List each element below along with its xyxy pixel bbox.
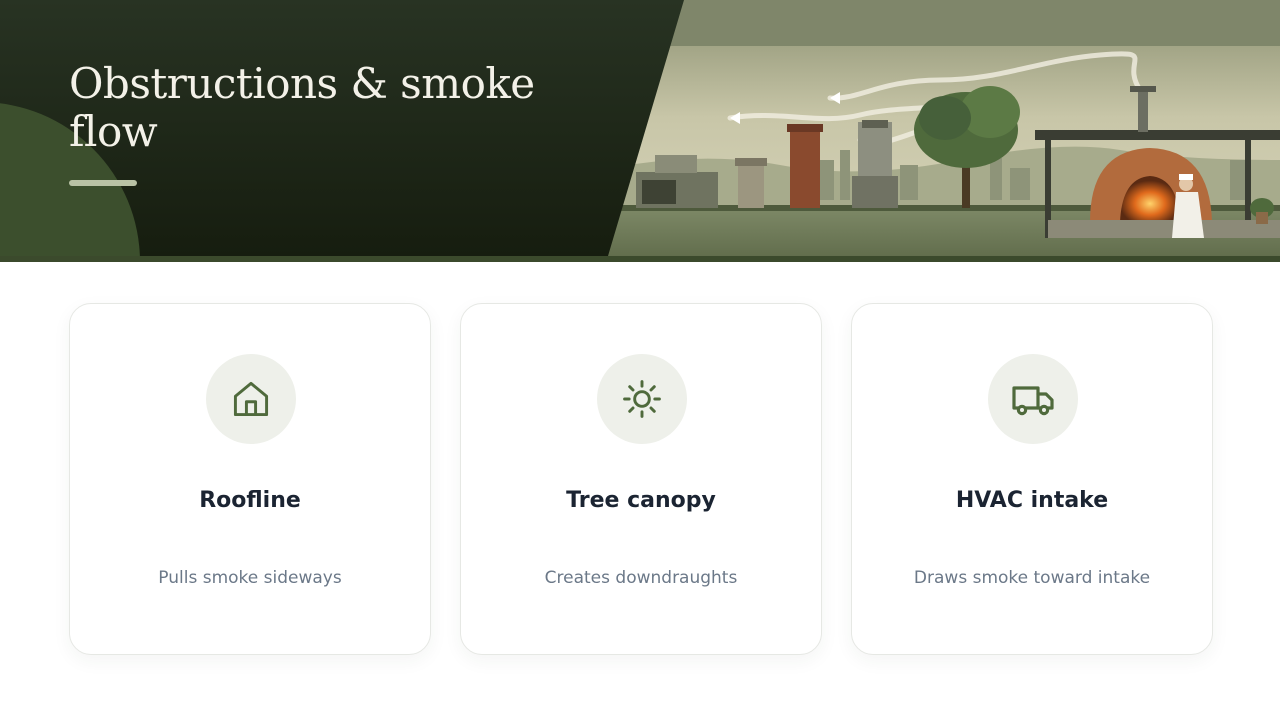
cards-row: Roofline Pulls smoke sideways Tree canop… <box>69 303 1213 655</box>
house-icon <box>206 354 296 444</box>
card-description: Creates downdraughts <box>544 568 738 588</box>
card-title: HVAC intake <box>955 488 1109 513</box>
card-description: Draws smoke toward intake <box>913 568 1151 588</box>
card-tree-canopy: Tree canopy Creates downdraughts <box>460 303 822 655</box>
card-description: Pulls smoke sideways <box>158 568 342 588</box>
card-title: Tree canopy <box>566 488 716 513</box>
sun-icon <box>597 354 687 444</box>
card-hvac-intake: HVAC intake Draws smoke toward intake <box>851 303 1213 655</box>
card-roofline: Roofline Pulls smoke sideways <box>69 303 431 655</box>
title-underline <box>69 180 137 186</box>
page-title: Obstructions & smoke flow <box>69 59 535 156</box>
truck-icon <box>988 354 1078 444</box>
hero-banner: Obstructions & smoke flow <box>0 0 1280 262</box>
card-title: Roofline <box>199 488 301 513</box>
